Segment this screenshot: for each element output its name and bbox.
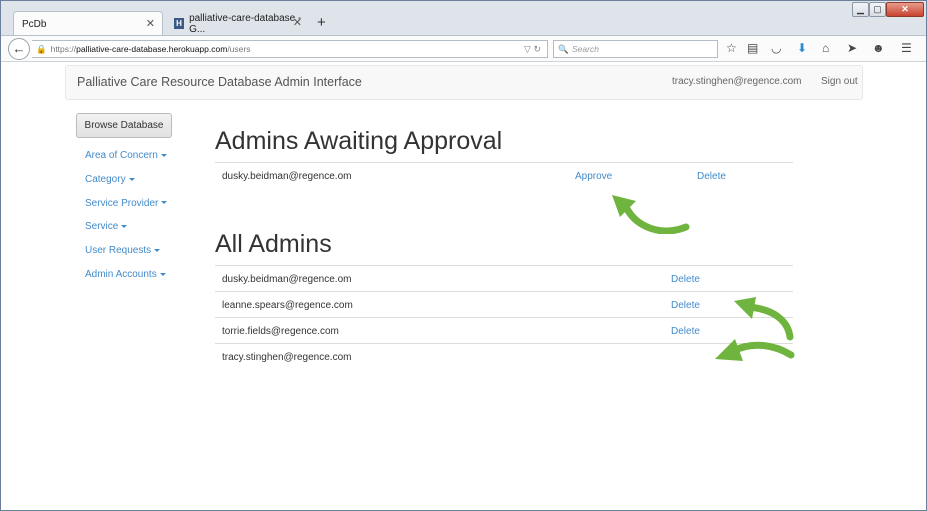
tab-strip: PcDb ✕ H palliative-care-database - G...…: [1, 1, 926, 36]
close-tab-icon[interactable]: ✕: [146, 17, 155, 30]
url-path: /users: [227, 44, 251, 54]
reading-list-icon[interactable]: ▤: [747, 41, 758, 55]
sidebar-item-service-provider[interactable]: Service Provider: [85, 197, 168, 221]
browse-database-button[interactable]: Browse Database: [76, 113, 172, 138]
pocket-icon[interactable]: ◡: [771, 41, 781, 55]
reload-icon[interactable]: ▽ ↻: [524, 41, 541, 57]
pending-admins-heading: Admins Awaiting Approval: [215, 127, 503, 155]
annotation-arrow-icon: [612, 195, 690, 234]
tab-palliative-care-database[interactable]: H palliative-care-database - G... ✕: [166, 11, 309, 36]
browser-window: PcDb ✕ H palliative-care-database - G...…: [0, 0, 927, 511]
sidebar-nav: Area of Concern Category Service Provide…: [85, 149, 168, 292]
new-tab-button[interactable]: +: [317, 14, 326, 31]
caret-down-icon: [128, 177, 135, 181]
sidebar-item-label: Service: [85, 221, 119, 233]
tab-pcdb[interactable]: PcDb ✕: [13, 11, 163, 36]
url-scheme: https://: [50, 44, 77, 54]
navigation-toolbar: ← 🔒 https://palliative-care-database.hero…: [1, 35, 926, 62]
sidebar-item-label: Admin Accounts: [85, 268, 157, 280]
table-row: torrie.fields@regence.com Delete: [215, 317, 793, 343]
caret-down-icon: [160, 153, 167, 157]
bookmark-star-icon[interactable]: ☆: [726, 41, 737, 55]
sidebar-item-user-requests[interactable]: User Requests: [85, 244, 167, 268]
url-host: palliative-care-database.herokuapp.com: [76, 44, 228, 54]
sidebar-item-label: User Requests: [85, 245, 152, 257]
table-row: dusky.beidman@regence.om Delete: [215, 265, 793, 291]
caret-down-icon: [159, 272, 166, 276]
search-placeholder: Search: [572, 44, 599, 54]
url-bar[interactable]: 🔒 https://palliative-care-database.heroku…: [32, 40, 548, 58]
sign-out-link[interactable]: Sign out: [821, 76, 858, 87]
menu-icon[interactable]: ☰: [901, 41, 912, 55]
download-icon[interactable]: ⬇: [797, 41, 807, 55]
tab-title: PcDb: [22, 18, 47, 30]
sidebar-item-admin-accounts[interactable]: Admin Accounts: [85, 268, 167, 292]
sidebar-item-category[interactable]: Category: [85, 173, 167, 197]
back-arrow-icon[interactable]: ←: [8, 38, 30, 60]
chat-icon[interactable]: ☻: [872, 41, 885, 55]
current-user-email: tracy.stinghen@regence.com: [672, 76, 802, 87]
admin-email: tracy.stinghen@regence.com: [222, 352, 352, 363]
maximize-button[interactable]: ▢: [869, 2, 886, 17]
delete-link[interactable]: Delete: [697, 171, 726, 182]
sidebar-item-service[interactable]: Service: [85, 220, 167, 244]
github-favicon-icon: H: [174, 18, 185, 29]
caret-down-icon: [154, 249, 161, 253]
table-row: dusky.beidman@regence.om Approve Delete: [215, 162, 793, 188]
admin-email: torrie.fields@regence.com: [222, 326, 339, 337]
close-tab-icon[interactable]: ✕: [293, 16, 302, 29]
send-icon[interactable]: ➤: [847, 41, 857, 55]
tab-title: palliative-care-database - G...: [189, 12, 302, 35]
annotation-arrow-icon: [715, 339, 795, 361]
delete-link[interactable]: Delete: [671, 274, 700, 285]
app-navbar: Palliative Care Resource Database Admin …: [65, 65, 863, 100]
approve-link[interactable]: Approve: [575, 171, 612, 182]
table-row: tracy.stinghen@regence.com: [215, 343, 793, 369]
lock-icon: 🔒: [36, 44, 47, 54]
search-input[interactable]: 🔍 Search: [553, 40, 718, 58]
delete-link[interactable]: Delete: [671, 300, 700, 311]
caret-down-icon: [121, 225, 128, 229]
all-admins-heading: All Admins: [215, 230, 332, 258]
app-title[interactable]: Palliative Care Resource Database Admin …: [77, 75, 362, 89]
sidebar-item-area-of-concern[interactable]: Area of Concern: [85, 149, 167, 173]
admin-email: dusky.beidman@regence.om: [222, 171, 352, 182]
sidebar-item-label: Area of Concern: [85, 150, 158, 161]
admin-email: leanne.spears@regence.com: [222, 300, 353, 311]
delete-link[interactable]: Delete: [671, 326, 700, 337]
minimize-button[interactable]: ▁: [852, 2, 869, 17]
sidebar-item-label: Category: [85, 173, 126, 185]
table-row: leanne.spears@regence.com Delete: [215, 291, 793, 317]
home-icon[interactable]: ⌂: [822, 41, 829, 55]
caret-down-icon: [161, 201, 168, 205]
close-window-button[interactable]: ✕: [886, 2, 924, 17]
search-icon: 🔍: [558, 44, 569, 54]
admin-email: dusky.beidman@regence.om: [222, 274, 352, 285]
sidebar-item-label: Service Provider: [85, 197, 159, 209]
